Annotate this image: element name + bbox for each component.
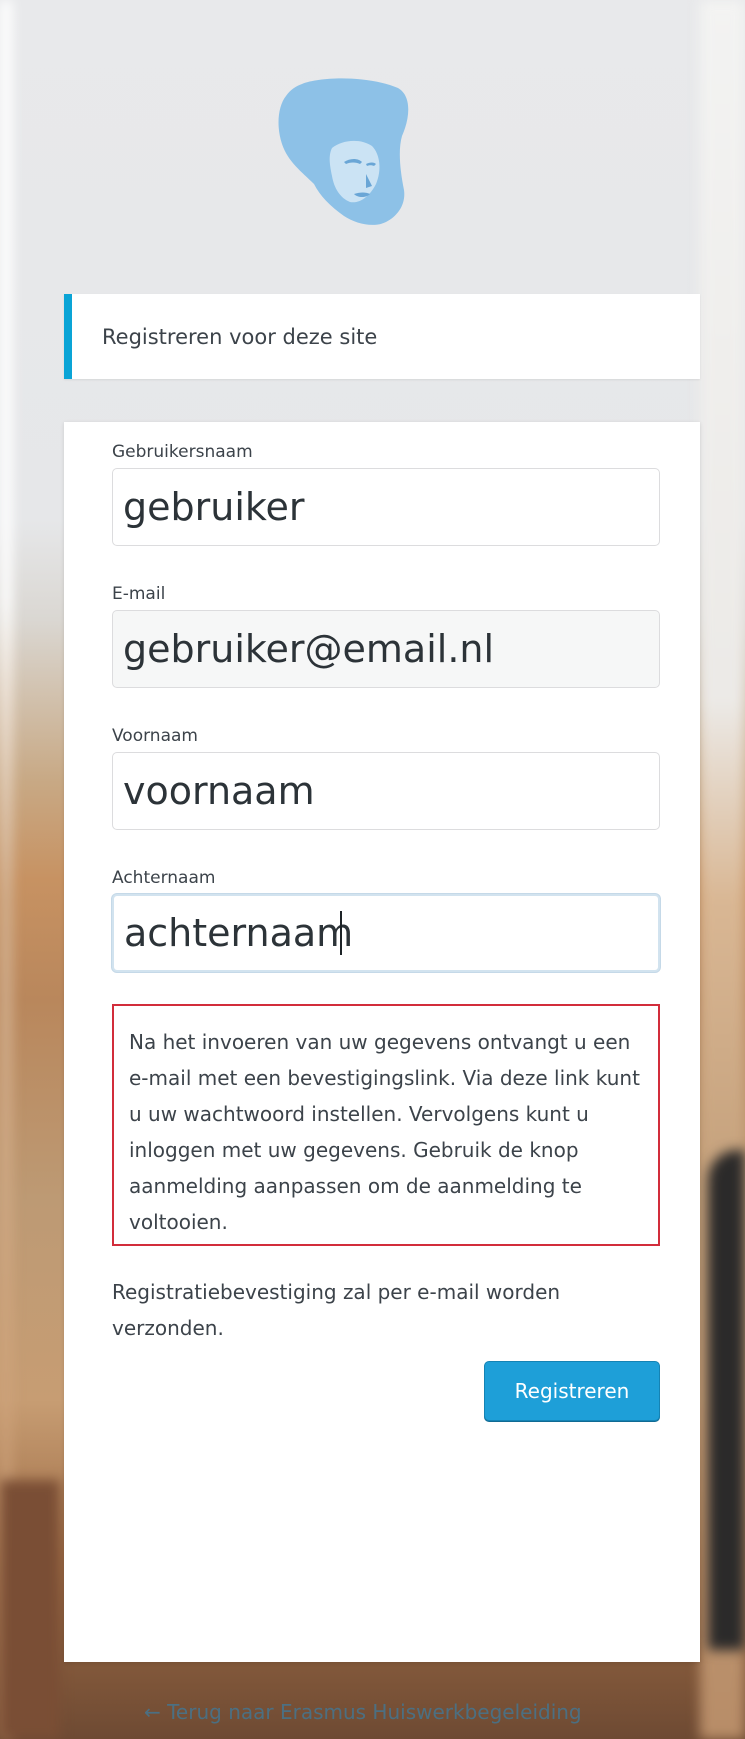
info-box: Na het invoeren van uw gegevens ontvangt… [112, 1004, 660, 1246]
back-to-site-link[interactable]: ← Terug naar Erasmus Huiswerkbegeleiding [144, 1700, 582, 1724]
register-notice: Registreren voor deze site [64, 294, 700, 379]
info-text: Na het invoeren van uw gegevens ontvangt… [129, 1030, 640, 1234]
username-input[interactable] [112, 468, 660, 546]
email-input[interactable] [112, 610, 660, 688]
firstname-input[interactable] [112, 752, 660, 830]
firstname-label: Voornaam [112, 726, 198, 746]
register-button[interactable]: Registreren [484, 1361, 660, 1421]
background-object [708, 1150, 745, 1650]
registration-form: Gebruikersnaam E-mail Voornaam Achternaa… [64, 422, 700, 1662]
email-label: E-mail [112, 584, 166, 604]
lastname-label: Achternaam [112, 868, 216, 888]
portrait-logo-icon [278, 78, 409, 225]
text-cursor [340, 911, 342, 955]
background-frame-edge [0, 0, 12, 1739]
notice-text: Registreren voor deze site [102, 324, 378, 349]
lastname-input[interactable] [112, 894, 660, 972]
username-label: Gebruikersnaam [112, 442, 253, 462]
confirmation-text: Registratiebevestiging zal per e-mail wo… [112, 1280, 561, 1340]
background-furniture [0, 1480, 60, 1739]
